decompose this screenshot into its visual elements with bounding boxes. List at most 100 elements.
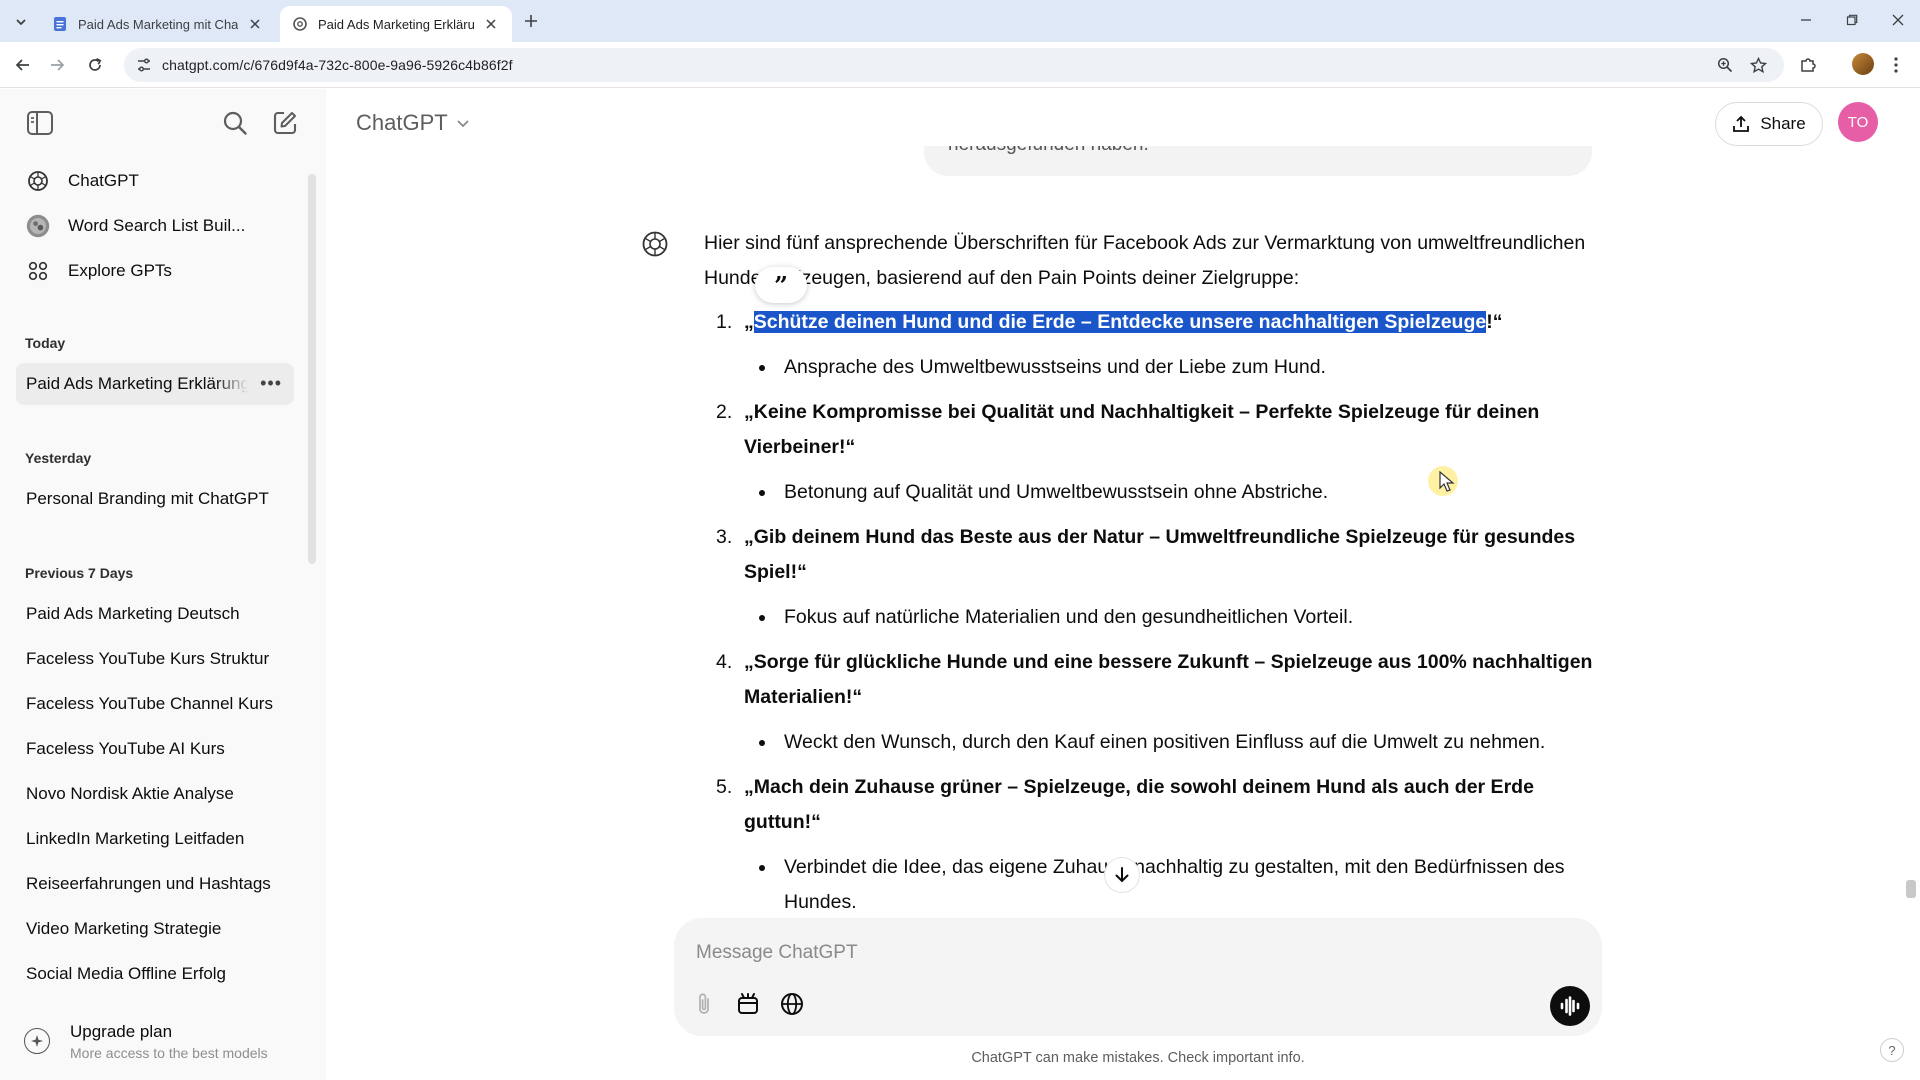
- user-message-bubble: herausgefunden haben.: [924, 146, 1592, 176]
- assistant-message: Hier sind fünf ansprechende Überschrifte…: [704, 226, 1604, 930]
- message-input[interactable]: [696, 936, 1556, 970]
- chat-history-item[interactable]: Video Marketing Strategie: [16, 908, 294, 950]
- chat-history-item[interactable]: Novo Nordisk Aktie Analyse: [16, 773, 294, 815]
- list-number: 2.: [716, 401, 733, 423]
- attach-paperclip-icon[interactable]: [688, 988, 720, 1020]
- forward-arrow-icon[interactable]: [44, 52, 70, 78]
- model-selector[interactable]: ChatGPT: [346, 106, 480, 140]
- quote-reply-button[interactable]: ”: [755, 267, 807, 303]
- headline-item-2: 2. „Keine Kompromisse bei Qualität und N…: [704, 395, 1604, 510]
- share-label: Share: [1760, 114, 1806, 133]
- voice-mode-button[interactable]: [1550, 986, 1590, 1026]
- sidebar: ChatGPT Word Search List Buil... Explore…: [0, 89, 326, 1080]
- sidebar-nav-word-search[interactable]: Word Search List Buil...: [16, 206, 292, 246]
- extensions-puzzle-icon[interactable]: [1798, 55, 1818, 75]
- chat-history-item[interactable]: Social Media Offline Erfolg: [16, 953, 294, 995]
- user-avatar[interactable]: TO: [1838, 102, 1878, 142]
- list-number: 4.: [716, 651, 733, 673]
- search-icon[interactable]: [220, 108, 250, 138]
- list-item: Ansprache des Umweltbewusstseins und der…: [744, 350, 1604, 385]
- new-chat-icon[interactable]: [270, 108, 300, 138]
- address-bar[interactable]: chatgpt.com/c/676d9f4a-732c-800e-9a96-59…: [124, 48, 1784, 82]
- zoom-icon[interactable]: [1715, 55, 1735, 75]
- site-settings-icon[interactable]: [136, 57, 152, 73]
- headline-item-1: 1. „Schütze deinen Hund und die Erde – E…: [704, 305, 1604, 385]
- close-tab-icon[interactable]: [482, 15, 500, 33]
- headline-text: „Mach dein Zuhause grüner – Spielzeuge, …: [744, 776, 1534, 833]
- list-number: 5.: [716, 776, 733, 798]
- chat-history-item[interactable]: Faceless YouTube Kurs Struktur: [16, 638, 294, 680]
- openai-favicon-icon: [293, 17, 307, 31]
- tab-title: Paid Ads Marketing mit ChatGPT: [78, 16, 238, 32]
- user-message-text: herausgefunden haben.: [948, 146, 1149, 156]
- grid-icon: [26, 259, 50, 283]
- chat-history-item[interactable]: Faceless YouTube AI Kurs: [16, 728, 294, 770]
- tab-title: Paid Ads Marketing Erklärung: [318, 16, 474, 32]
- chat-history-item-active[interactable]: Paid Ads Marketing Erklärung •••: [16, 363, 294, 405]
- upgrade-subtitle: More access to the best models: [70, 1044, 268, 1061]
- browser-tab-2[interactable]: Paid Ads Marketing Erklärung: [280, 6, 512, 42]
- section-heading-today: Today: [25, 335, 66, 351]
- close-tab-icon[interactable]: [246, 15, 264, 33]
- scroll-to-bottom-button[interactable]: [1104, 857, 1140, 893]
- voice-waveform-icon: [1560, 996, 1580, 1016]
- close-quote: !“: [1486, 311, 1503, 333]
- headline-text: „Schütze deinen Hund und die Erde – Entd…: [744, 305, 1604, 340]
- chat-history-item[interactable]: LinkedIn Marketing Leitfaden: [16, 818, 294, 860]
- list-number: 1.: [716, 311, 733, 333]
- upgrade-sparkle-icon: [24, 1028, 50, 1054]
- browser-toolbar: chatgpt.com/c/676d9f4a-732c-800e-9a96-59…: [0, 42, 1920, 88]
- toggle-sidebar-icon[interactable]: [25, 108, 55, 138]
- sidebar-nav-label: ChatGPT: [68, 171, 139, 190]
- headline-item-5: 5. „Mach dein Zuhause grüner – Spielzeug…: [704, 770, 1604, 920]
- share-upload-icon: [1733, 115, 1750, 132]
- open-quote: „: [744, 311, 754, 333]
- tools-calendar-icon[interactable]: [732, 988, 764, 1020]
- headline-text: „Gib deinem Hund das Beste aus der Natur…: [744, 526, 1576, 583]
- headline-item-4: 4. „Sorge für glückliche Hunde und eine …: [704, 645, 1604, 760]
- help-button[interactable]: ?: [1880, 1038, 1904, 1062]
- url-text: chatgpt.com/c/676d9f4a-732c-800e-9a96-59…: [162, 57, 513, 73]
- reload-icon[interactable]: [82, 52, 108, 78]
- sidebar-nav-explore-gpts[interactable]: Explore GPTs: [16, 251, 292, 291]
- selected-text[interactable]: Schütze deinen Hund und die Erde – Entde…: [753, 311, 1487, 333]
- upgrade-plan-button[interactable]: Upgrade plan More access to the best mod…: [24, 1013, 314, 1069]
- headline-text: „Keine Kompromisse bei Qualität und Nach…: [744, 401, 1540, 458]
- more-options-icon[interactable]: •••: [260, 373, 282, 394]
- document-favicon-icon: [54, 17, 66, 31]
- list-item: Weckt den Wunsch, durch den Kauf einen p…: [744, 725, 1604, 760]
- minimize-window-icon[interactable]: [1792, 8, 1820, 32]
- list-item: Verbindet die Idee, das eigene Zuhause n…: [744, 850, 1604, 920]
- list-number: 3.: [716, 526, 733, 548]
- sidebar-nav-label: Word Search List Buil...: [68, 216, 246, 235]
- tab-search-chevron-icon[interactable]: [10, 11, 32, 33]
- browser-tab-1[interactable]: Paid Ads Marketing mit ChatGPT: [40, 6, 276, 42]
- list-item: Fokus auf natürliche Materialien und den…: [744, 600, 1604, 635]
- chat-history-item[interactable]: Reiseerfahrungen und Hashtags: [16, 863, 294, 905]
- browser-tab-bar: Paid Ads Marketing mit ChatGPT Paid Ads …: [0, 0, 1920, 42]
- gpt-avatar-icon: [26, 214, 50, 238]
- browser-menu-icon[interactable]: [1890, 55, 1902, 75]
- back-arrow-icon[interactable]: [10, 52, 36, 78]
- restore-window-icon[interactable]: [1838, 8, 1866, 32]
- chat-history-item[interactable]: Faceless YouTube Channel Kurs: [16, 683, 294, 725]
- section-heading-yesterday: Yesterday: [25, 450, 92, 466]
- openai-logo-icon: [26, 169, 50, 193]
- close-window-icon[interactable]: [1884, 8, 1912, 32]
- bookmark-star-icon[interactable]: [1748, 55, 1768, 75]
- share-button[interactable]: Share: [1715, 102, 1823, 146]
- sidebar-nav-label: Explore GPTs: [68, 261, 172, 280]
- headline-text: „Sorge für glückliche Hunde und eine bes…: [744, 651, 1593, 708]
- new-tab-plus-icon[interactable]: [520, 10, 542, 32]
- list-item: Betonung auf Qualität und Umweltbewussts…: [744, 475, 1604, 510]
- quote-icon: ”: [774, 270, 788, 300]
- sidebar-nav-chatgpt[interactable]: ChatGPT: [16, 161, 292, 201]
- web-search-globe-icon[interactable]: [776, 988, 808, 1020]
- chat-history-item[interactable]: Paid Ads Marketing Deutsch: [16, 593, 294, 635]
- sidebar-scrollbar[interactable]: [308, 174, 316, 564]
- main-scrollbar[interactable]: [1906, 880, 1916, 898]
- chat-history-item[interactable]: Personal Branding mit ChatGPT: [16, 478, 294, 520]
- section-heading-previous-7-days: Previous 7 Days: [25, 565, 134, 581]
- headline-item-3: 3. „Gib deinem Hund das Beste aus der Na…: [704, 520, 1604, 635]
- browser-profile-avatar[interactable]: [1852, 53, 1874, 75]
